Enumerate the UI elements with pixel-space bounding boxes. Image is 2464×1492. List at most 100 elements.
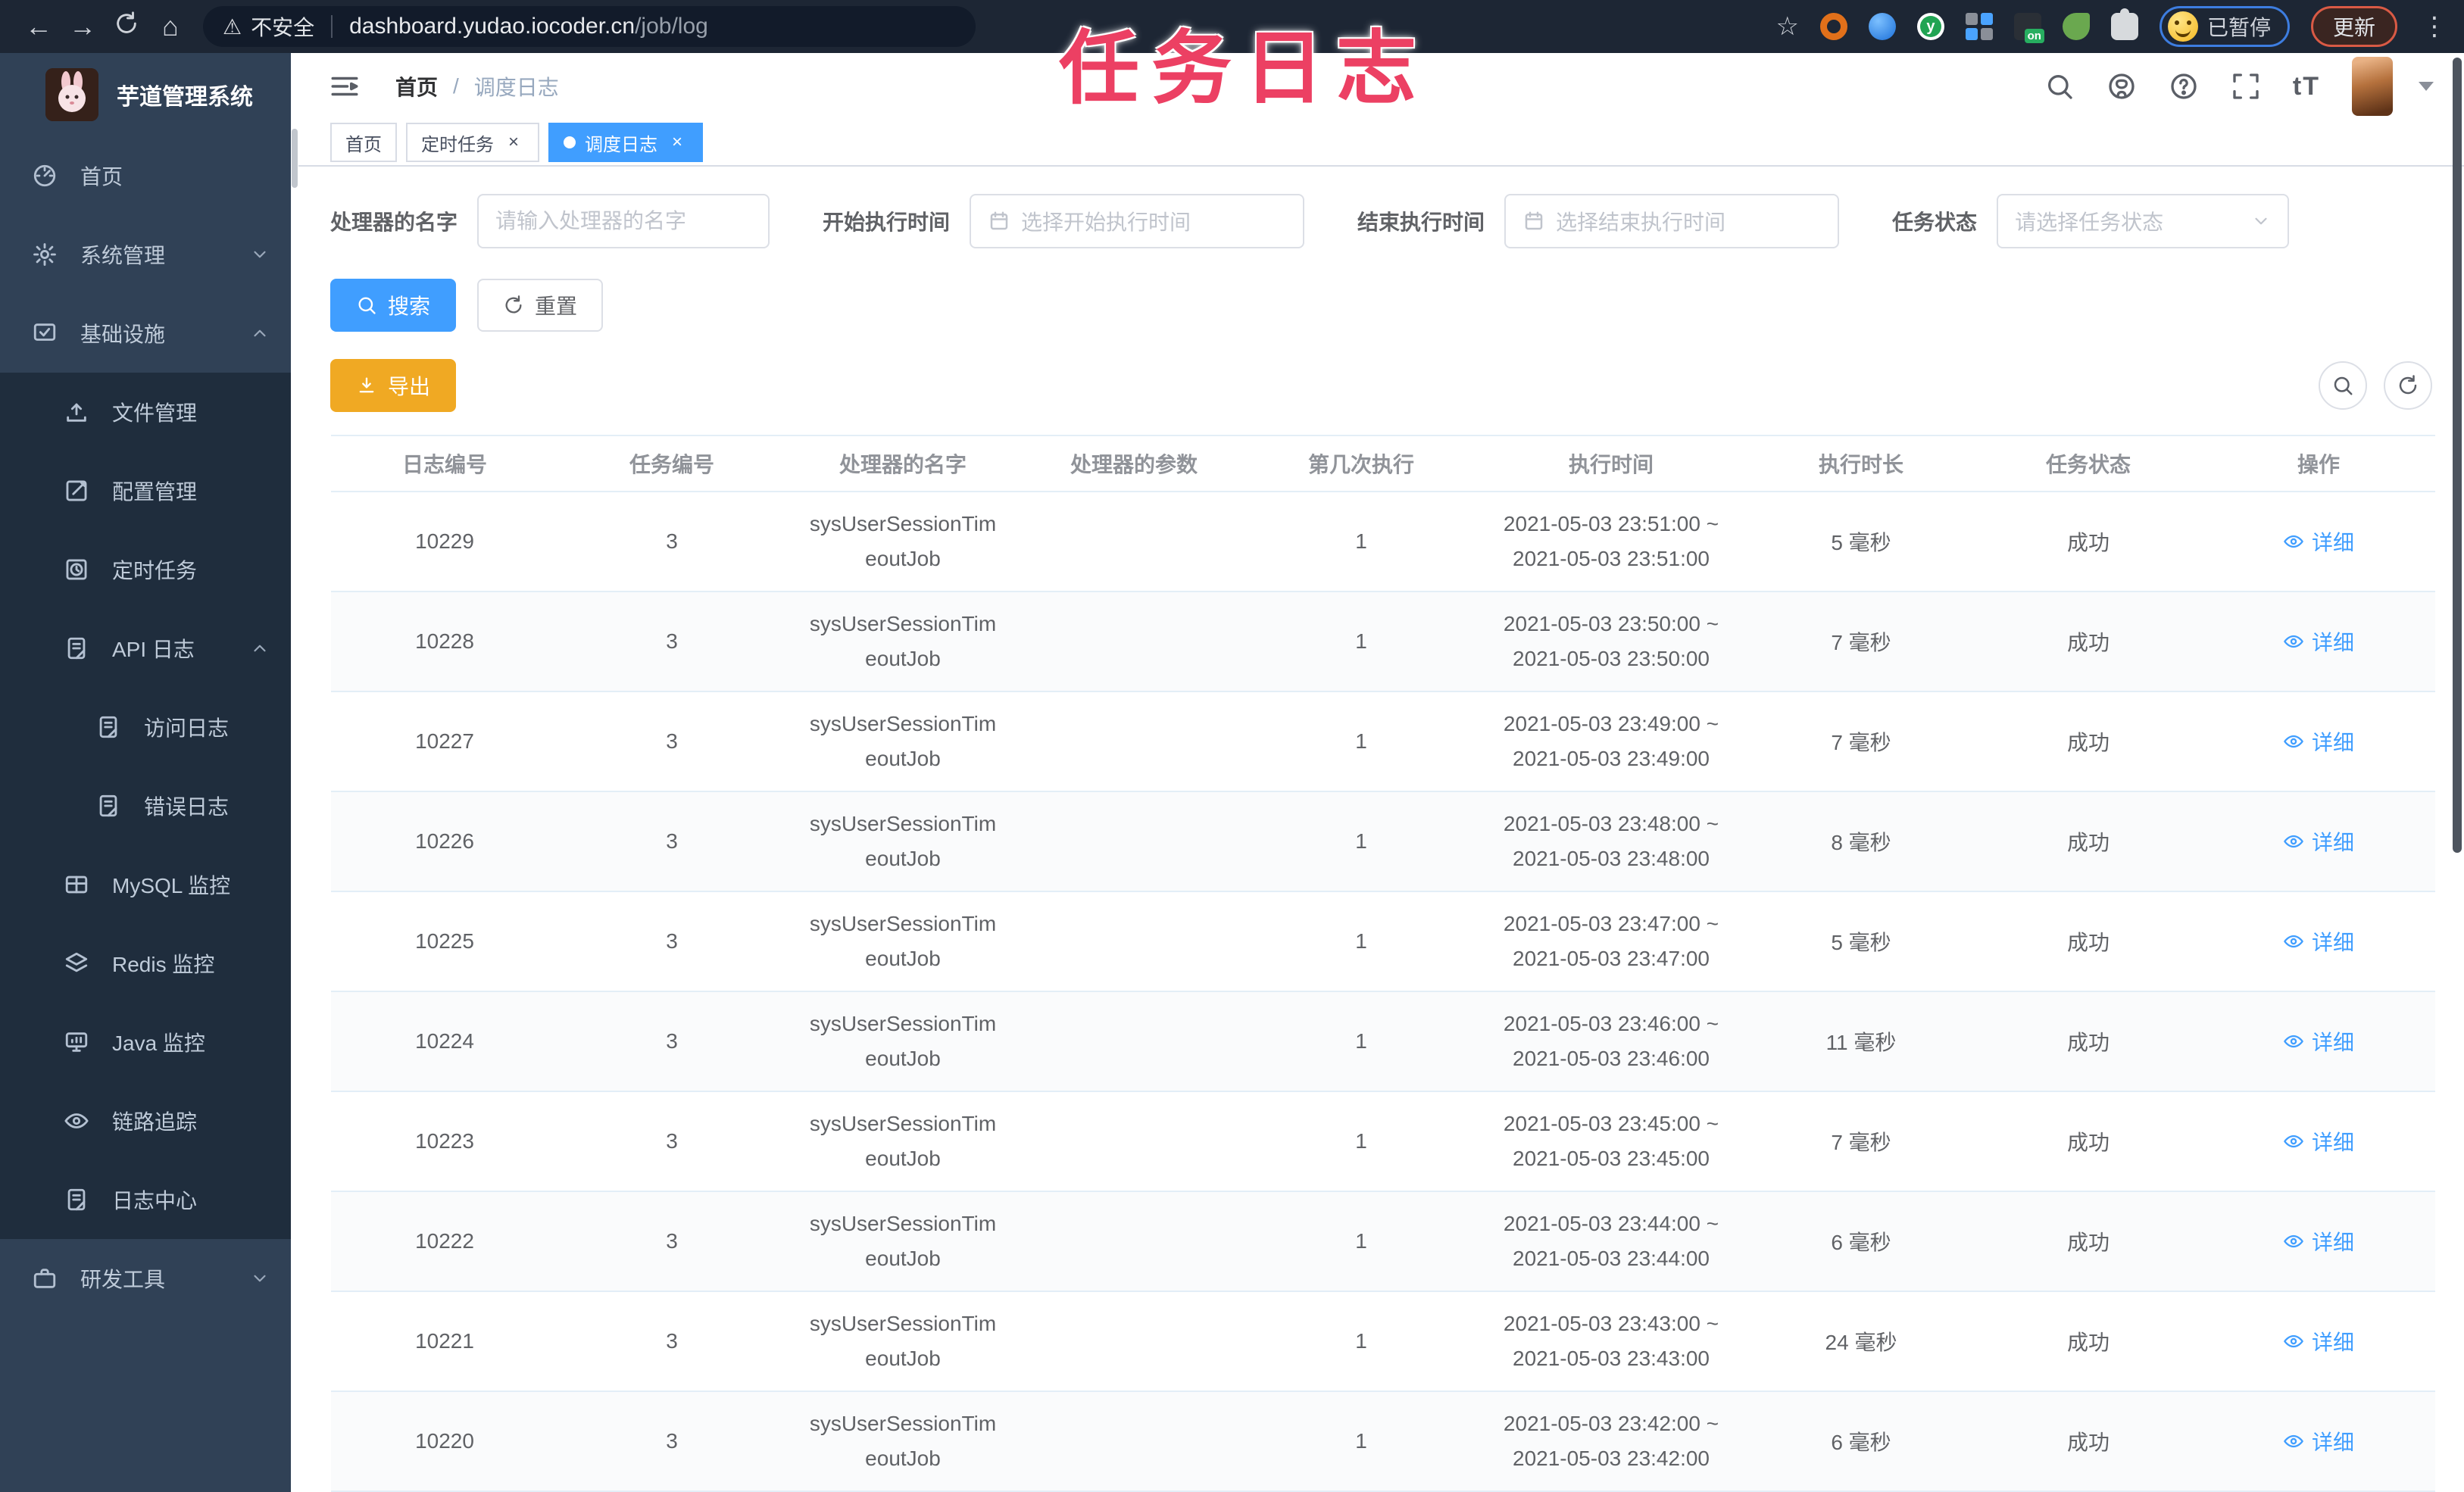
update-label: 更新 xyxy=(2332,16,2375,39)
detail-link[interactable]: 详细 xyxy=(2283,1226,2354,1256)
sidebar-scrollbar[interactable] xyxy=(291,53,298,1492)
end-time-picker[interactable]: 选择结束执行时间 xyxy=(1504,194,1840,248)
sidebar-item-java-monitor[interactable]: Java 监控 xyxy=(0,1003,298,1082)
sidebar-item-dev-tools[interactable]: 研发工具 xyxy=(0,1239,298,1318)
chevron-down-icon xyxy=(254,251,266,258)
app-logo-row[interactable]: 芋道管理系统 xyxy=(0,53,298,136)
browser-home-icon[interactable]: ⌂ xyxy=(148,11,192,42)
log-icon xyxy=(99,794,117,817)
tag-job-log-active[interactable]: 调度日志 × xyxy=(548,123,703,163)
search-button-label: 搜索 xyxy=(388,295,431,318)
refresh-table-button[interactable] xyxy=(2384,361,2432,410)
search-icon[interactable] xyxy=(2044,71,2075,101)
browser-update-button[interactable]: 更新 xyxy=(2310,6,2397,47)
breadcrumb-home[interactable]: 首页 xyxy=(395,71,438,101)
extensions-puzzle-icon[interactable] xyxy=(2110,8,2138,40)
extension-blue-icon[interactable] xyxy=(1868,13,1896,40)
reset-button[interactable]: 重置 xyxy=(477,279,604,332)
detail-link[interactable]: 详细 xyxy=(2283,926,2354,957)
refresh-icon xyxy=(505,295,522,314)
app-logo xyxy=(45,68,98,121)
detail-link[interactable]: 详细 xyxy=(2283,626,2354,657)
sidebar-item-log-center[interactable]: 日志中心 xyxy=(0,1160,298,1239)
browser-forward-icon[interactable]: → xyxy=(61,11,105,42)
browser-reload-icon[interactable] xyxy=(105,11,148,43)
chevron-up-icon xyxy=(254,329,266,337)
gear-icon xyxy=(33,243,56,266)
github-icon[interactable] xyxy=(2106,71,2137,101)
detail-link[interactable]: 详细 xyxy=(2283,1426,2354,1456)
extension-on-badge-icon[interactable]: on xyxy=(2013,13,2044,43)
tag-close-icon[interactable]: × xyxy=(667,132,688,153)
sidebar-item-label: API 日志 xyxy=(112,638,195,661)
avatar-caret-icon[interactable] xyxy=(2419,82,2434,92)
address-bar[interactable]: ⚠ 不安全 dashboard.yudao.iocoder.cn /job/lo… xyxy=(203,6,976,47)
calendar-icon xyxy=(990,211,1008,230)
sidebar-item-redis-monitor[interactable]: Redis 监控 xyxy=(0,924,298,1003)
start-time-picker[interactable]: 选择开始执行时间 xyxy=(970,194,1305,248)
detail-link[interactable]: 详细 xyxy=(2283,726,2354,757)
extension-green-y-icon[interactable]: y xyxy=(1916,13,1944,40)
sidebar-item-system[interactable]: 系统管理 xyxy=(0,215,298,294)
user-avatar[interactable] xyxy=(2352,57,2393,117)
cell-execute-index: 1 xyxy=(1248,991,1475,1092)
extension-orange-icon[interactable] xyxy=(1819,13,1847,40)
extension-grid-icon[interactable] xyxy=(1965,13,1993,40)
browser-back-icon[interactable]: ← xyxy=(17,11,61,42)
job-status-placeholder: 请选择任务状态 xyxy=(2015,211,2164,234)
detail-link[interactable]: 详细 xyxy=(2283,1026,2354,1057)
cell-status: 成功 xyxy=(1975,791,2202,892)
cell-status: 成功 xyxy=(1975,991,2202,1092)
sidebar-item-home[interactable]: 首页 xyxy=(0,136,298,215)
detail-link[interactable]: 详细 xyxy=(2283,526,2354,557)
detail-link[interactable]: 详细 xyxy=(2283,1126,2354,1156)
cell-execute-index: 1 xyxy=(1248,891,1475,992)
sidebar-scrollbar-thumb[interactable] xyxy=(292,129,298,188)
sidebar-item-error-log[interactable]: 错误日志 xyxy=(0,766,298,845)
col-handler-param: 处理器的参数 xyxy=(1020,435,1248,492)
tag-scheduled-jobs[interactable]: 定时任务 × xyxy=(406,123,539,163)
col-handler-name: 处理器的名字 xyxy=(785,435,1020,492)
sidebar-item-scheduled-jobs[interactable]: 定时任务 xyxy=(0,530,298,609)
tag-home[interactable]: 首页 xyxy=(330,123,397,163)
active-dot xyxy=(564,136,576,149)
cell-time: 2021-05-03 23:45:00 ~2021-05-03 23:45:00 xyxy=(1475,1091,1747,1192)
job-status-select[interactable]: 请选择任务状态 xyxy=(1997,194,2290,248)
tag-close-icon[interactable]: × xyxy=(503,132,524,153)
detail-link[interactable]: 详细 xyxy=(2283,826,2354,857)
cell-handler: sysUserSessionTim eoutJob xyxy=(785,1291,1020,1392)
export-button[interactable]: 导出 xyxy=(330,359,457,412)
eye-icon xyxy=(2284,535,2303,548)
cell-actions: 详细 xyxy=(2202,691,2435,792)
page-scrollbar-thumb[interactable] xyxy=(2453,58,2462,853)
search-button[interactable]: 搜索 xyxy=(330,279,457,332)
bookmark-star-icon[interactable]: ☆ xyxy=(1775,11,1798,42)
toggle-search-button[interactable] xyxy=(2319,361,2367,410)
profile-paused-button[interactable]: 已暂停 xyxy=(2159,6,2290,47)
handler-name-input[interactable] xyxy=(495,209,752,233)
hamburger-icon[interactable] xyxy=(329,70,361,102)
help-icon[interactable] xyxy=(2169,71,2199,101)
fullscreen-icon[interactable] xyxy=(2231,71,2261,101)
cell-log-id: 10224 xyxy=(331,991,558,1092)
sidebar-item-config-management[interactable]: 配置管理 xyxy=(0,451,298,530)
briefcase-icon xyxy=(33,1269,56,1288)
reset-button-label: 重置 xyxy=(535,295,578,318)
sidebar-item-infrastructure[interactable]: 基础设施 xyxy=(0,294,298,373)
address-divider xyxy=(331,15,333,38)
sidebar-item-api-log[interactable]: API 日志 xyxy=(0,609,298,688)
sidebar-item-access-log[interactable]: 访问日志 xyxy=(0,688,298,766)
font-size-icon[interactable]: tT xyxy=(2293,72,2320,101)
cell-duration: 24 毫秒 xyxy=(1747,1291,1975,1392)
sidebar-item-label: 基础设施 xyxy=(80,323,166,346)
content: 处理器的名字 开始执行时间 选择开始执行时间 结束执行时间 xyxy=(298,167,2464,1492)
sidebar-item-label: Java 监控 xyxy=(112,1032,205,1055)
sidebar-item-mysql-monitor[interactable]: MySQL 监控 xyxy=(0,845,298,924)
edit-icon xyxy=(66,480,87,501)
browser-menu-kebab-icon[interactable]: ⋮ xyxy=(2422,11,2447,42)
sidebar-item-file-management[interactable]: 文件管理 xyxy=(0,373,298,451)
extension-leaf-icon[interactable] xyxy=(2062,13,2090,40)
sidebar-item-tracing[interactable]: 链路追踪 xyxy=(0,1082,298,1160)
detail-link[interactable]: 详细 xyxy=(2283,1326,2354,1356)
table-grid-icon xyxy=(65,876,88,894)
